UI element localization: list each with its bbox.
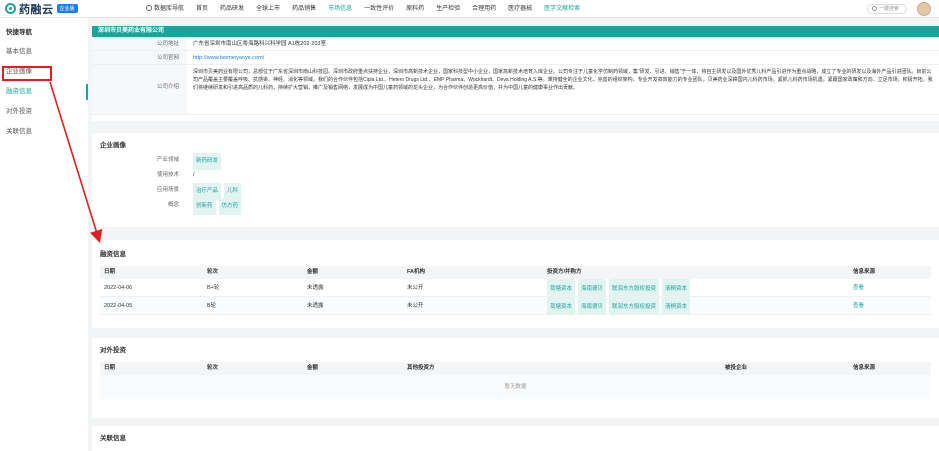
nav-drug-sales[interactable]: 药品销售 [286, 0, 322, 18]
investor-tag[interactable]: 清桐资本 [662, 279, 691, 296]
nav-market-info[interactable]: 市场信息 [322, 0, 358, 18]
investor-tag[interactable]: 清桐资本 [662, 297, 691, 314]
sidebar-item-basic-info[interactable]: 基本信息 [0, 42, 88, 62]
database-icon [146, 4, 152, 11]
edition-badge: 企业版 [56, 4, 78, 13]
website-link[interactable]: http://www.beimeiyaoye.com/ [193, 55, 264, 61]
investor-tag[interactable]: 海南德贝 [578, 279, 607, 296]
nav-literature-search[interactable]: 医学文献检索 [538, 0, 586, 18]
nav-consistency-eval[interactable]: 一致性评价 [358, 0, 400, 18]
search-input[interactable]: 一键搜索 [867, 4, 907, 14]
portrait-title: 企业画像 [100, 142, 126, 149]
portrait-row-scenario: 应用场景 治疗产品 儿科 [92, 183, 939, 200]
nav-home[interactable]: 首页 [190, 0, 214, 18]
investor-tag[interactable]: 联润东方股权投资 [609, 279, 660, 296]
investor-tag[interactable]: 荷塘资本 [547, 297, 576, 314]
intro-label: 公司介绍 [92, 65, 187, 114]
search-icon [872, 6, 877, 11]
source-link[interactable]: 查看 [849, 297, 929, 314]
investor-tag[interactable]: 海南德贝 [578, 297, 607, 314]
website-row: 公司官网 http://www.beimeiyaoye.com/ [92, 51, 939, 65]
nav-medical-devices[interactable]: 医疗器械 [502, 0, 538, 18]
portrait-row-industry: 产业领域 新药研发 [92, 153, 939, 170]
nav-drug-rd[interactable]: 药品研发 [214, 0, 250, 18]
investor-tag[interactable]: 联润东方股权投资 [609, 297, 660, 314]
logo[interactable]: 药融云 企业版 [0, 1, 140, 17]
top-navigation-bar: 药融云 企业版 数据库导航 首页 药品研发 全球上市 药品销售 市场信息 一致性… [0, 0, 939, 18]
nav-api[interactable]: 原料药 [400, 0, 430, 18]
table-row: 2022-04-05 B轮 未透露 未公开 荷塘资本 海南德贝 联润东方股权投资 清桐… [100, 297, 931, 315]
portrait-row-concept: 概念 创新药 仿方药 [92, 198, 939, 215]
investment-panel: 对外投资 日期 轮次 金额 其他投资方 被投企业 信息来源 暂无数据 [92, 338, 939, 418]
investment-table-header: 日期 轮次 金额 其他投资方 被投企业 信息来源 [100, 362, 931, 375]
source-link[interactable]: 查看 [849, 279, 929, 296]
financing-title: 融资信息 [100, 251, 126, 258]
address-row: 公司地址 广东省深圳市南山区粤海路科兴科学园 A1栋202-203室 [92, 37, 939, 51]
website-label: 公司官网 [92, 51, 187, 64]
portrait-row-technology: 使用技术 / [92, 168, 939, 183]
sidebar-item-financing[interactable]: 融资信息 [0, 82, 88, 102]
financing-panel: 融资信息 日期 轮次 金额 FA机构 投资方/并购方 信息来源 2022-04-… [92, 240, 939, 328]
logo-icon [5, 3, 16, 14]
avatar[interactable] [917, 2, 931, 16]
logo-text: 药融云 [19, 3, 54, 16]
address-value: 广东省深圳市南山区粤海路科兴科学园 A1栋202-203室 [193, 41, 326, 47]
table-row: 2022-04-06 B+轮 未透露 未公开 荷塘资本 海南德贝 联润东方股权投资清… [100, 279, 931, 297]
related-panel: 关联信息 [92, 426, 939, 451]
empty-state: 暂无数据 [100, 375, 931, 399]
company-name-header: 深圳市贝美药业有限公司 [92, 26, 939, 37]
investor-tag[interactable]: 荷塘资本 [547, 279, 576, 296]
portrait-panel: 企业画像 产业领域 新药研发 使用技术 / 应用场景 治疗产品 儿科 概念 创新药… [92, 133, 939, 227]
sidebar-title: 快捷导航 [6, 29, 32, 36]
related-title: 关联信息 [100, 435, 126, 442]
sidebar: 快捷导航 基本信息 企业画像 融资信息 对外投资 关联信息 [0, 18, 88, 451]
intro-text: 深圳市贝美药业有限公司，总部位于广东省深圳市南山科技园。深圳市政府重点扶持企业，… [193, 69, 933, 91]
basic-info-panel: 公司地址 广东省深圳市南山区粤海路科兴科学园 A1栋202-203室 公司官网 … [92, 37, 939, 121]
address-label: 公司地址 [92, 37, 187, 50]
nav-global-launch[interactable]: 全球上市 [250, 0, 286, 18]
nav-database-guide[interactable]: 数据库导航 [140, 0, 190, 18]
financing-table-header: 日期 轮次 金额 FA机构 投资方/并购方 信息来源 [100, 266, 931, 279]
nav-production-inspection[interactable]: 生产检验 [430, 0, 466, 18]
tag: 创新药 [193, 198, 216, 215]
main-nav: 数据库导航 首页 药品研发 全球上市 药品销售 市场信息 一致性评价 原料药 生… [140, 0, 586, 18]
annotation-highlight-box [2, 66, 52, 81]
tag: 仿方药 [218, 198, 242, 215]
sidebar-item-related[interactable]: 关联信息 [0, 122, 88, 142]
nav-rational-drug-use[interactable]: 合理用药 [466, 0, 502, 18]
investment-title: 对外投资 [100, 347, 126, 354]
sidebar-item-investment[interactable]: 对外投资 [0, 102, 88, 122]
intro-row: 公司介绍 深圳市贝美药业有限公司，总部位于广东省深圳市南山科技园。深圳市政府重点… [92, 65, 939, 115]
